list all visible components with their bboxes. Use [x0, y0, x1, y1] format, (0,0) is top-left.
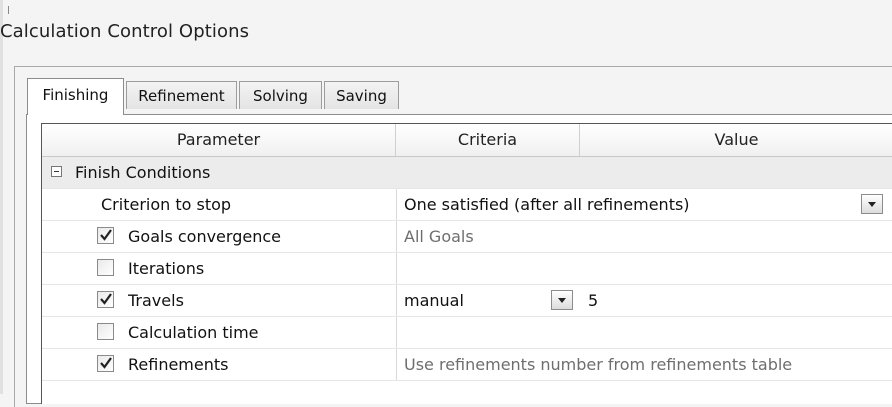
table-row-goals-convergence: Goals convergence All Goals	[42, 221, 892, 253]
travels-criteria-select[interactable]: manual	[404, 285, 464, 316]
goals-convergence-checkbox[interactable]	[97, 227, 114, 244]
group-row-finish-conditions[interactable]: Finish Conditions	[42, 157, 892, 189]
criterion-dropdown-arrow-icon[interactable]	[861, 194, 883, 214]
goals-convergence-criteria: All Goals	[404, 227, 474, 246]
travels-value[interactable]: 5	[588, 285, 598, 316]
calculation-time-label: Calculation time	[128, 323, 259, 342]
column-divider	[396, 221, 397, 252]
checkmark-icon	[100, 357, 112, 369]
refinements-checkbox[interactable]	[97, 355, 114, 372]
travels-label: Travels	[128, 291, 184, 310]
group-label: Finish Conditions	[75, 163, 211, 182]
refinements-criteria: Use refinements number from refinements …	[404, 355, 793, 374]
column-divider	[396, 253, 397, 284]
criterion-label: Criterion to stop	[101, 195, 232, 214]
header-parameter[interactable]: Parameter	[42, 124, 396, 156]
travels-dropdown-arrow-icon[interactable]	[551, 290, 573, 310]
checkmark-icon	[100, 229, 112, 241]
travels-checkbox[interactable]	[97, 291, 114, 308]
tab-refinement[interactable]: Refinement	[126, 81, 237, 109]
goals-convergence-label: Goals convergence	[128, 227, 281, 246]
tab-saving[interactable]: Saving	[324, 81, 399, 109]
checkmark-icon	[100, 293, 112, 305]
window-title: Calculation Control Options	[0, 21, 250, 42]
column-divider	[396, 349, 397, 380]
column-divider	[396, 317, 397, 348]
header-criteria[interactable]: Criteria	[396, 124, 580, 156]
property-grid: Parameter Criteria Value Finish Conditio…	[41, 123, 892, 404]
collapse-icon[interactable]	[51, 166, 62, 177]
iterations-checkbox[interactable]	[97, 259, 114, 276]
table-row-refinements: Refinements Use refinements number from …	[42, 349, 892, 381]
table-row-travels: Travels manual 5	[42, 285, 892, 317]
table-row-calculation-time: Calculation time	[42, 317, 892, 349]
window-corner-mark	[8, 6, 9, 14]
iterations-label: Iterations	[128, 259, 205, 278]
grid-header: Parameter Criteria Value	[42, 124, 892, 157]
refinements-label: Refinements	[128, 355, 229, 374]
calculation-time-checkbox[interactable]	[97, 323, 114, 340]
tab-solving[interactable]: Solving	[239, 81, 322, 109]
table-row-iterations: Iterations	[42, 253, 892, 285]
header-value[interactable]: Value	[580, 124, 892, 156]
column-divider	[396, 285, 397, 316]
tab-finishing[interactable]: Finishing	[27, 78, 124, 115]
criterion-row: Criterion to stop One satisfied (after a…	[42, 189, 892, 221]
window-left-edge	[0, 0, 3, 394]
column-divider	[396, 189, 397, 220]
criterion-select-value[interactable]: One satisfied (after all refinements)	[404, 189, 854, 220]
